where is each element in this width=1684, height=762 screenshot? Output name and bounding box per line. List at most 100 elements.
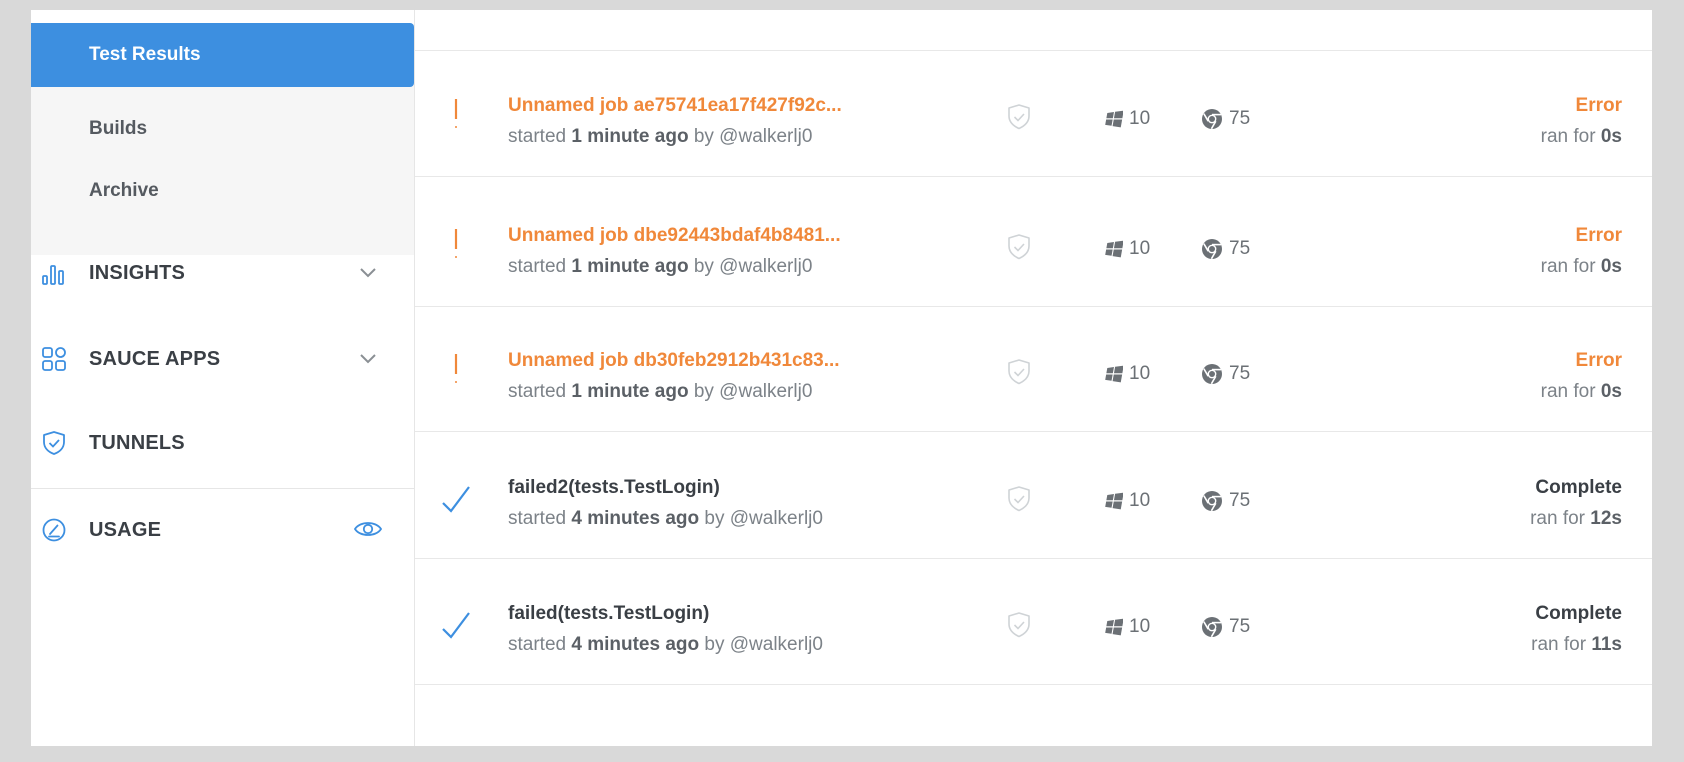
- job-row[interactable]: Unnamed job ae75741ea17f427f92c... start…: [415, 51, 1652, 177]
- chrome-icon: [1202, 109, 1222, 130]
- job-name[interactable]: failed(tests.TestLogin): [508, 603, 709, 625]
- job-name[interactable]: Unnamed job ae75741ea17f427f92c...: [508, 95, 842, 117]
- bar-chart-icon: [42, 265, 64, 285]
- job-name[interactable]: Unnamed job db30feb2912b431c83...: [508, 350, 840, 372]
- started-time: 4 minutes ago: [571, 508, 700, 529]
- shield-icon: [1008, 359, 1030, 385]
- duration-value: 0s: [1600, 126, 1622, 147]
- shield-icon: [1008, 104, 1030, 130]
- subnav-item-builds[interactable]: Builds: [31, 97, 414, 161]
- os-info: 10: [1103, 490, 1150, 512]
- apps-grid-icon: [42, 347, 66, 371]
- subnav-label: Archive: [89, 180, 159, 201]
- job-status: Complete: [1535, 477, 1622, 498]
- job-status: Error: [1575, 350, 1622, 371]
- windows-icon: [1105, 618, 1123, 636]
- duration-prefix: ran for: [1540, 381, 1601, 402]
- browser-info: 75: [1201, 108, 1250, 130]
- os-version: 10: [1129, 363, 1151, 384]
- duration-prefix: ran for: [1540, 126, 1601, 147]
- job-row[interactable]: failed2(tests.TestLogin) started 4 minut…: [415, 433, 1652, 559]
- browser-version: 75: [1229, 616, 1251, 637]
- browser-version: 75: [1229, 108, 1251, 129]
- job-list: Unnamed job ae75741ea17f427f92c... start…: [415, 10, 1652, 746]
- browser-info: 75: [1201, 238, 1250, 260]
- chrome-icon: [1202, 239, 1222, 260]
- job-status: Error: [1575, 225, 1622, 246]
- duration-prefix: ran for: [1540, 256, 1601, 277]
- subnav-item-test-results[interactable]: Test Results: [31, 23, 414, 87]
- checkmark-icon: [442, 612, 470, 639]
- checkmark-icon: [442, 486, 470, 513]
- error-exclamation-icon: [454, 229, 458, 258]
- duration-prefix: ran for: [1531, 634, 1592, 655]
- os-version: 10: [1129, 108, 1151, 129]
- shield-icon: [1008, 234, 1030, 260]
- job-status: Error: [1575, 95, 1622, 116]
- chrome-icon: [1202, 364, 1222, 385]
- duration-value: 11s: [1591, 634, 1622, 655]
- duration-value: 12s: [1590, 508, 1622, 529]
- nav-item-insights[interactable]: INSIGHTS: [31, 243, 414, 303]
- job-duration: ran for 0s: [1541, 256, 1622, 278]
- gauge-icon: [42, 518, 66, 542]
- nav-label: INSIGHTS: [89, 261, 186, 284]
- os-info: 10: [1103, 108, 1150, 130]
- nav-item-usage[interactable]: USAGE: [31, 500, 414, 560]
- nav-label: USAGE: [89, 518, 162, 541]
- error-exclamation-icon: [454, 99, 458, 128]
- job-row[interactable]: Unnamed job db30feb2912b431c83... starte…: [415, 306, 1652, 432]
- started-by: by @walkerlj0: [699, 634, 823, 655]
- duration-value: 0s: [1600, 381, 1622, 402]
- chevron-down-icon[interactable]: [359, 351, 377, 365]
- started-prefix: started: [508, 126, 572, 147]
- started-by: by @walkerlj0: [688, 381, 813, 402]
- shield-icon: [43, 431, 65, 455]
- browser-version: 75: [1229, 238, 1251, 259]
- chevron-down-icon[interactable]: [359, 265, 377, 279]
- job-started-meta: started 1 minute ago by @walkerlj0: [508, 126, 812, 148]
- os-version: 10: [1129, 490, 1151, 511]
- browser-version: 75: [1229, 490, 1251, 511]
- app-frame: Test Results Builds Archive INSIGHTS SAU…: [31, 10, 1652, 746]
- subnav-label: Builds: [89, 118, 148, 139]
- sidebar: Test Results Builds Archive INSIGHTS SAU…: [31, 10, 415, 746]
- windows-icon: [1105, 240, 1123, 258]
- job-started-meta: started 1 minute ago by @walkerlj0: [508, 381, 812, 403]
- started-time: 4 minutes ago: [571, 634, 700, 655]
- job-name[interactable]: failed2(tests.TestLogin): [508, 477, 720, 499]
- job-duration: ran for 0s: [1541, 381, 1622, 403]
- nav-item-sauce-apps[interactable]: SAUCE APPS: [31, 329, 414, 389]
- chrome-icon: [1202, 491, 1222, 512]
- started-prefix: started: [508, 634, 572, 655]
- duration-prefix: ran for: [1530, 508, 1591, 529]
- started-prefix: started: [508, 508, 572, 529]
- job-row[interactable]: Unnamed job dbe92443bdaf4b8481... starte…: [415, 181, 1652, 307]
- shield-icon: [1008, 612, 1030, 638]
- nav-item-tunnels[interactable]: TUNNELS: [31, 413, 414, 473]
- job-duration: ran for 12s: [1530, 508, 1622, 530]
- windows-icon: [1105, 492, 1123, 510]
- started-time: 1 minute ago: [571, 256, 689, 277]
- sidebar-divider: [31, 488, 414, 489]
- os-info: 10: [1103, 616, 1150, 638]
- chrome-icon: [1202, 617, 1222, 638]
- nav-label: TUNNELS: [89, 431, 185, 454]
- os-info: 10: [1103, 363, 1150, 385]
- started-by: by @walkerlj0: [699, 508, 823, 529]
- error-exclamation-icon: [454, 354, 458, 383]
- shield-icon: [1008, 486, 1030, 512]
- job-started-meta: started 4 minutes ago by @walkerlj0: [508, 634, 823, 656]
- job-name[interactable]: Unnamed job dbe92443bdaf4b8481...: [508, 225, 841, 247]
- started-time: 1 minute ago: [571, 126, 689, 147]
- subnav-label: Test Results: [89, 44, 201, 65]
- subnav-item-archive[interactable]: Archive: [31, 159, 414, 223]
- os-version: 10: [1129, 616, 1151, 637]
- os-version: 10: [1129, 238, 1151, 259]
- browser-info: 75: [1201, 616, 1250, 638]
- job-row[interactable]: failed(tests.TestLogin) started 4 minute…: [415, 559, 1652, 685]
- started-by: by @walkerlj0: [688, 256, 813, 277]
- browser-info: 75: [1201, 363, 1250, 385]
- started-by: by @walkerlj0: [688, 126, 813, 147]
- eye-icon[interactable]: [353, 518, 383, 540]
